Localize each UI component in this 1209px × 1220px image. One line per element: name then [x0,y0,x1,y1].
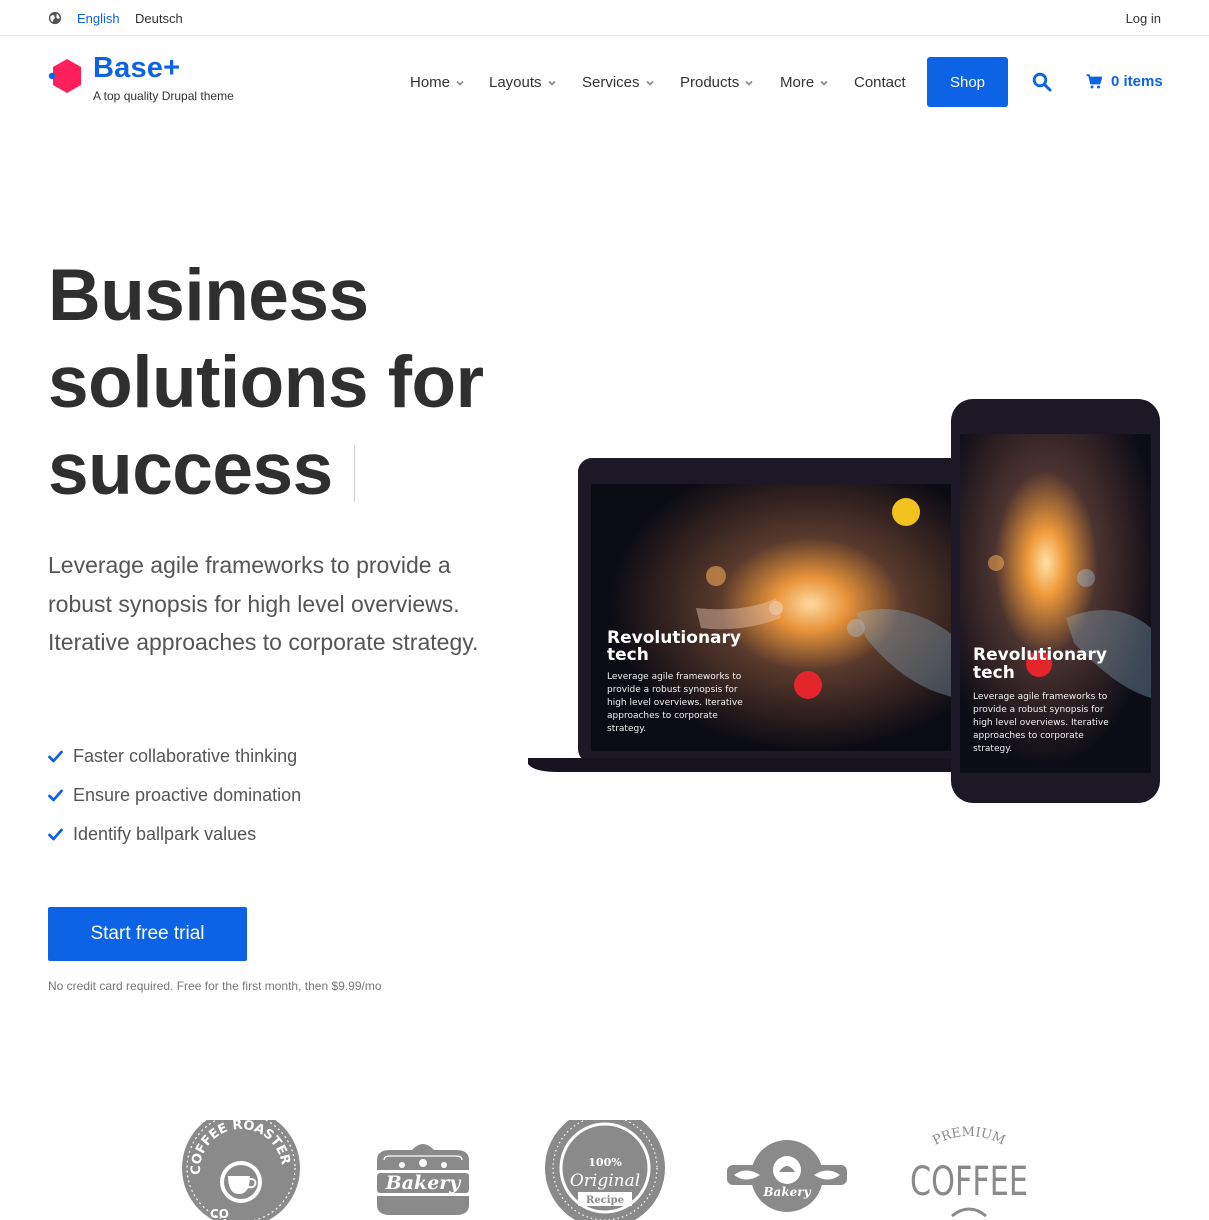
nav-item-products[interactable]: Products [680,74,753,91]
shop-button[interactable]: Shop [927,57,1008,107]
nav-item-label: Contact [854,74,906,91]
hero-title-line: solutions for [48,342,484,423]
start-free-trial-button[interactable]: Start free trial [48,907,247,961]
chevron-down-icon [456,80,464,86]
svg-text:Bakery: Bakery [385,1172,463,1194]
hero-description: Leverage agile frameworks to provide a r… [48,552,479,655]
phone-screen-title: tech [973,663,1015,683]
chevron-down-icon [745,80,753,86]
nav-item-label: Products [680,74,740,91]
laptop-screen-text: approaches to corporate [607,711,718,721]
check-icon [48,828,63,841]
device-mockup-image: Revolutionary tech Leverage agile framew… [528,399,1160,803]
chevron-down-icon [547,80,556,86]
nav-item-home[interactable]: Home [410,74,464,91]
phone-screen-text: strategy. [973,744,1012,754]
cart-icon [1086,74,1102,89]
phone-screen-text: Leverage agile frameworks to [973,692,1108,702]
language-english-link[interactable]: English [77,11,120,26]
checklist-item: Identify ballpark values [48,815,301,854]
login-link[interactable]: Log in [1126,11,1161,26]
nav-item-contact[interactable]: Contact [854,74,906,91]
chevron-down-icon [820,80,828,86]
checklist-item-label: Faster collaborative thinking [73,746,298,766]
hero-title-line: Business [48,255,369,336]
laptop-mockup: Revolutionary tech Leverage agile framew… [528,458,974,772]
nav-item-label: Home [410,74,451,91]
laptop-screen-text: provide a robust synopsis for [607,685,738,695]
globe-icon [48,11,62,25]
svg-text:Recipe: Recipe [586,1195,624,1206]
cart-label: 0 items [1111,73,1163,90]
phone-screen-text: approaches to corporate [973,731,1084,741]
check-icon [48,750,63,763]
site-slogan: A top quality Drupal theme [93,89,234,103]
svg-text:Bakery: Bakery [762,1185,811,1199]
bakery-logo: Bakery [374,1144,472,1215]
laptop-screen-text: Leverage agile frameworks to [607,672,742,682]
svg-text:PREMIUM: PREMIUM [930,1125,1007,1149]
typing-caret [354,446,355,502]
hero-title-line: success [48,429,333,510]
checklist-item: Faster collaborative thinking [48,737,301,776]
coffee-roasters-logo: COFFEE ROASTERS CO [180,1120,300,1220]
laptop-screen-text: high level overviews. Iterative [607,698,743,708]
nav-item-more[interactable]: More [780,74,828,91]
nav-item-label: Layouts [489,74,542,91]
original-recipe-logo: 100% Original Recipe [545,1120,665,1220]
checklist-item: Ensure proactive domination [48,776,301,815]
checklist-item-label: Ensure proactive domination [73,785,302,805]
phone-screen-text: high level overviews. Iterative [973,718,1109,728]
premium-coffee-logo: PREMIUM COFFEE [910,1125,1028,1218]
nav-item-services[interactable]: Services [582,74,654,91]
hero-title: Business solutions for success [48,252,518,513]
svg-text:COFFEE: COFFEE [910,1159,1028,1205]
laptop-screen-title: tech [607,645,649,665]
phone-screen-text: provide a robust synopsis for [973,705,1104,715]
nav-item-label: More [780,74,815,91]
nav-item-layouts[interactable]: Layouts [489,74,556,91]
logo-mark [48,59,81,93]
phone-screen-title: Revolutionary [973,645,1107,665]
cta-note: No credit card required. Free for the fi… [48,979,382,993]
checklist-item-label: Identify ballpark values [73,824,257,844]
svg-text:100%: 100% [588,1156,622,1169]
cart-link[interactable]: 0 items [1086,73,1163,90]
svg-text:Original: Original [570,1171,640,1191]
language-deutsch-link[interactable]: Deutsch [135,11,183,26]
top-bar: English Deutsch Log in [0,0,1209,36]
nav-item-label: Services [582,74,640,91]
laptop-screen-text: strategy. [607,724,646,734]
feature-checklist: Faster collaborative thinking Ensure pro… [48,737,301,854]
check-icon [48,789,63,802]
phone-mockup: Revolutionary tech Leverage agile framew… [951,399,1160,803]
site-name[interactable]: Base+ [93,52,180,85]
bakery-ribbon-logo: Bakery [727,1140,847,1212]
search-icon [1032,72,1052,92]
chevron-down-icon [645,80,654,86]
